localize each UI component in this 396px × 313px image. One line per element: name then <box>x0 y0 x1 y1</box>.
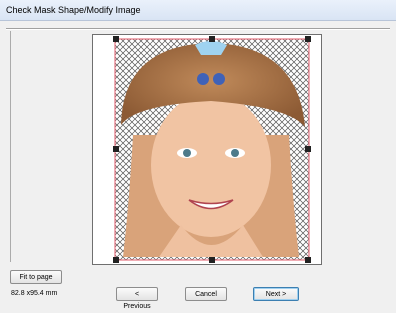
image-dimensions: 82.8 x95.4 mm <box>11 290 58 297</box>
masked-image <box>114 38 310 261</box>
previous-button[interactable]: < Previous <box>116 287 158 310</box>
next-button[interactable]: Next > <box>253 287 299 301</box>
image-canvas[interactable] <box>92 34 322 265</box>
left-divider <box>10 31 11 262</box>
hair-bow <box>195 41 227 55</box>
face <box>151 93 271 237</box>
resize-handle-t[interactable] <box>209 36 215 42</box>
resize-handle-b[interactable] <box>209 257 215 263</box>
pom-right <box>213 73 225 85</box>
cancel-button[interactable]: Cancel <box>185 287 227 301</box>
resize-handle-r[interactable] <box>305 146 311 152</box>
window-title: Check Mask Shape/Modify Image <box>6 5 141 15</box>
resize-handle-bl[interactable] <box>113 257 119 263</box>
separator <box>6 28 390 30</box>
resize-handle-tr[interactable] <box>305 36 311 42</box>
title-bar: Check Mask Shape/Modify Image <box>0 0 396 21</box>
resize-handle-tl[interactable] <box>113 36 119 42</box>
resize-handle-l[interactable] <box>113 146 119 152</box>
resize-handle-br[interactable] <box>305 257 311 263</box>
fit-to-page-button[interactable]: Fit to page <box>10 270 62 284</box>
pom-left <box>197 73 209 85</box>
